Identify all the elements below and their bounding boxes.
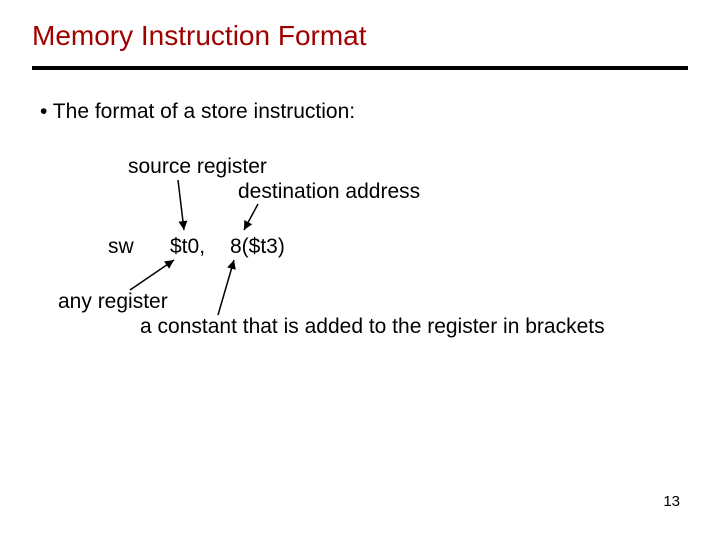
annotation-arrows [0,0,720,540]
label-any-register: any register [58,290,168,314]
instruction-opcode: sw [108,235,134,259]
title-underline [32,66,688,70]
instruction-operand1: $t0, [170,235,205,259]
slide-title: Memory Instruction Format [32,20,367,52]
page-number: 13 [663,493,680,510]
bullet-line: • The format of a store instruction: [40,100,355,124]
label-source-register: source register [128,155,267,179]
label-constant-desc: a constant that is added to the register… [140,315,605,339]
label-destination-address: destination address [238,180,420,204]
instruction-operand2: 8($t3) [230,235,285,259]
